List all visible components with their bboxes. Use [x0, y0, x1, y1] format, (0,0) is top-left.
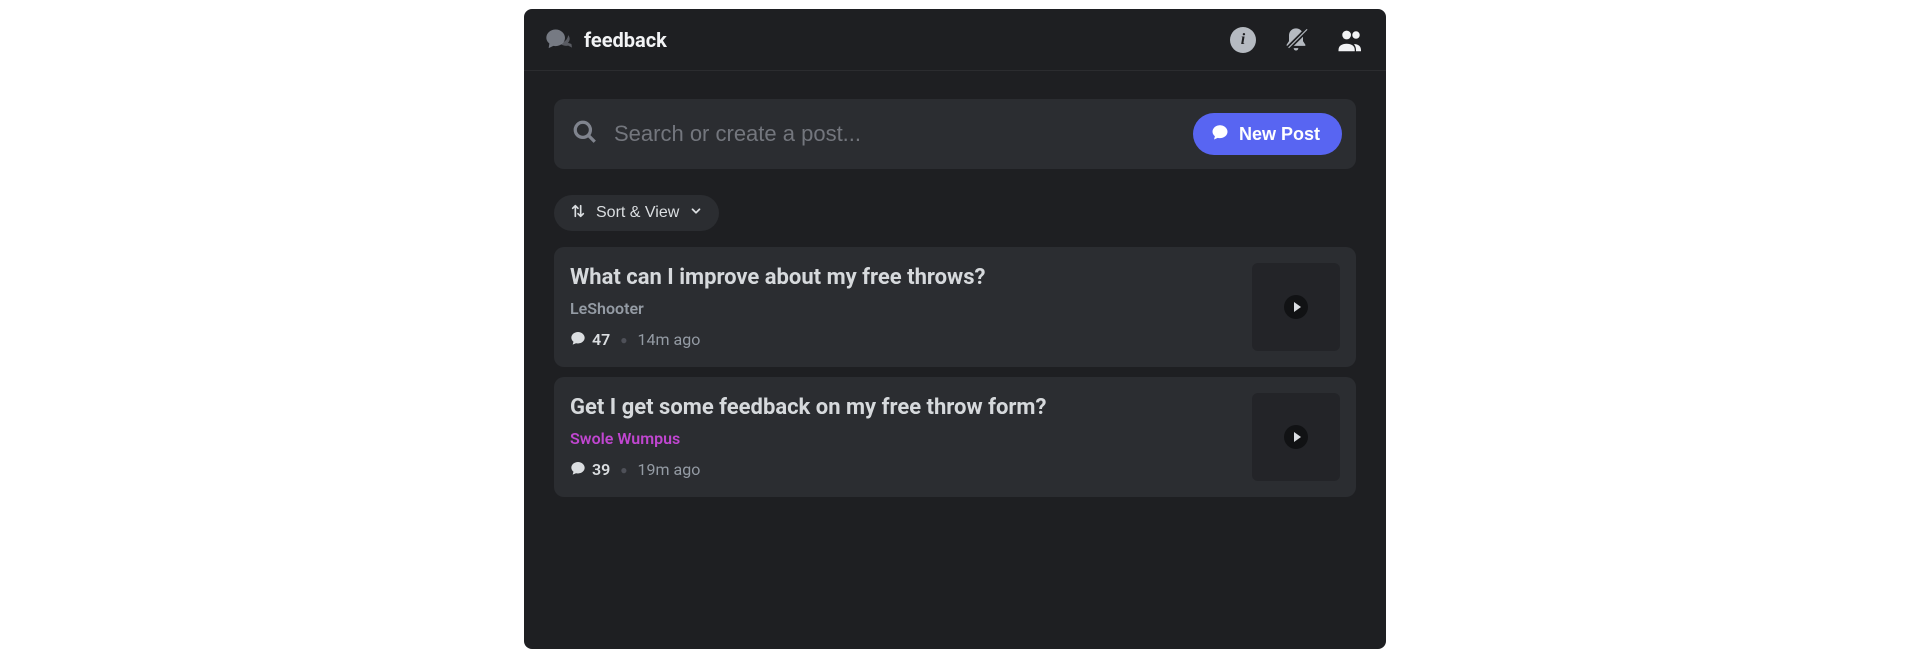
search-bar: New Post [554, 99, 1356, 169]
post-meta: 39 ● 19m ago [570, 460, 1236, 480]
post-body: What can I improve about my free throws?… [570, 264, 1236, 350]
comment-icon [570, 460, 586, 480]
post-card[interactable]: Get I get some feedback on my free throw… [554, 377, 1356, 497]
post-title: Get I get some feedback on my free throw… [570, 394, 1236, 423]
channel-name: feedback [584, 28, 667, 52]
info-icon[interactable]: i [1230, 27, 1256, 53]
separator-dot: ● [620, 333, 627, 347]
post-time: 14m ago [638, 330, 701, 349]
new-post-label: New Post [1239, 124, 1320, 145]
new-post-button[interactable]: New Post [1193, 113, 1342, 155]
chevron-down-icon [689, 204, 703, 223]
header-left: feedback [544, 26, 667, 54]
comment-count-value: 47 [592, 330, 610, 349]
chat-bubble-icon [1211, 123, 1229, 146]
notifications-muted-icon[interactable] [1282, 26, 1310, 54]
post-author: Swole Wumpus [570, 429, 1236, 448]
post-body: Get I get some feedback on my free throw… [570, 394, 1236, 480]
comment-count-value: 39 [592, 460, 610, 479]
app-window: feedback i [524, 9, 1386, 649]
sort-view-label: Sort & View [596, 204, 679, 222]
play-icon [1284, 295, 1308, 319]
content-area: New Post Sort & View What can I improve … [524, 71, 1386, 497]
comment-icon [570, 330, 586, 350]
post-thumbnail[interactable] [1252, 263, 1340, 351]
sort-arrows-icon [570, 203, 586, 224]
post-thumbnail[interactable] [1252, 393, 1340, 481]
post-author: LeShooter [570, 299, 1236, 318]
header-right: i [1230, 25, 1366, 55]
search-input[interactable] [614, 121, 1177, 147]
forum-channel-icon [544, 26, 572, 54]
comment-count: 39 [570, 460, 610, 480]
separator-dot: ● [620, 463, 627, 477]
search-icon [572, 119, 598, 149]
post-title: What can I improve about my free throws? [570, 264, 1236, 293]
sort-view-button[interactable]: Sort & View [554, 195, 719, 231]
post-time: 19m ago [638, 460, 701, 479]
comment-count: 47 [570, 330, 610, 350]
members-icon[interactable] [1336, 25, 1366, 55]
post-card[interactable]: What can I improve about my free throws?… [554, 247, 1356, 367]
post-list: What can I improve about my free throws?… [554, 247, 1356, 497]
channel-header: feedback i [524, 9, 1386, 71]
post-meta: 47 ● 14m ago [570, 330, 1236, 350]
play-icon [1284, 425, 1308, 449]
